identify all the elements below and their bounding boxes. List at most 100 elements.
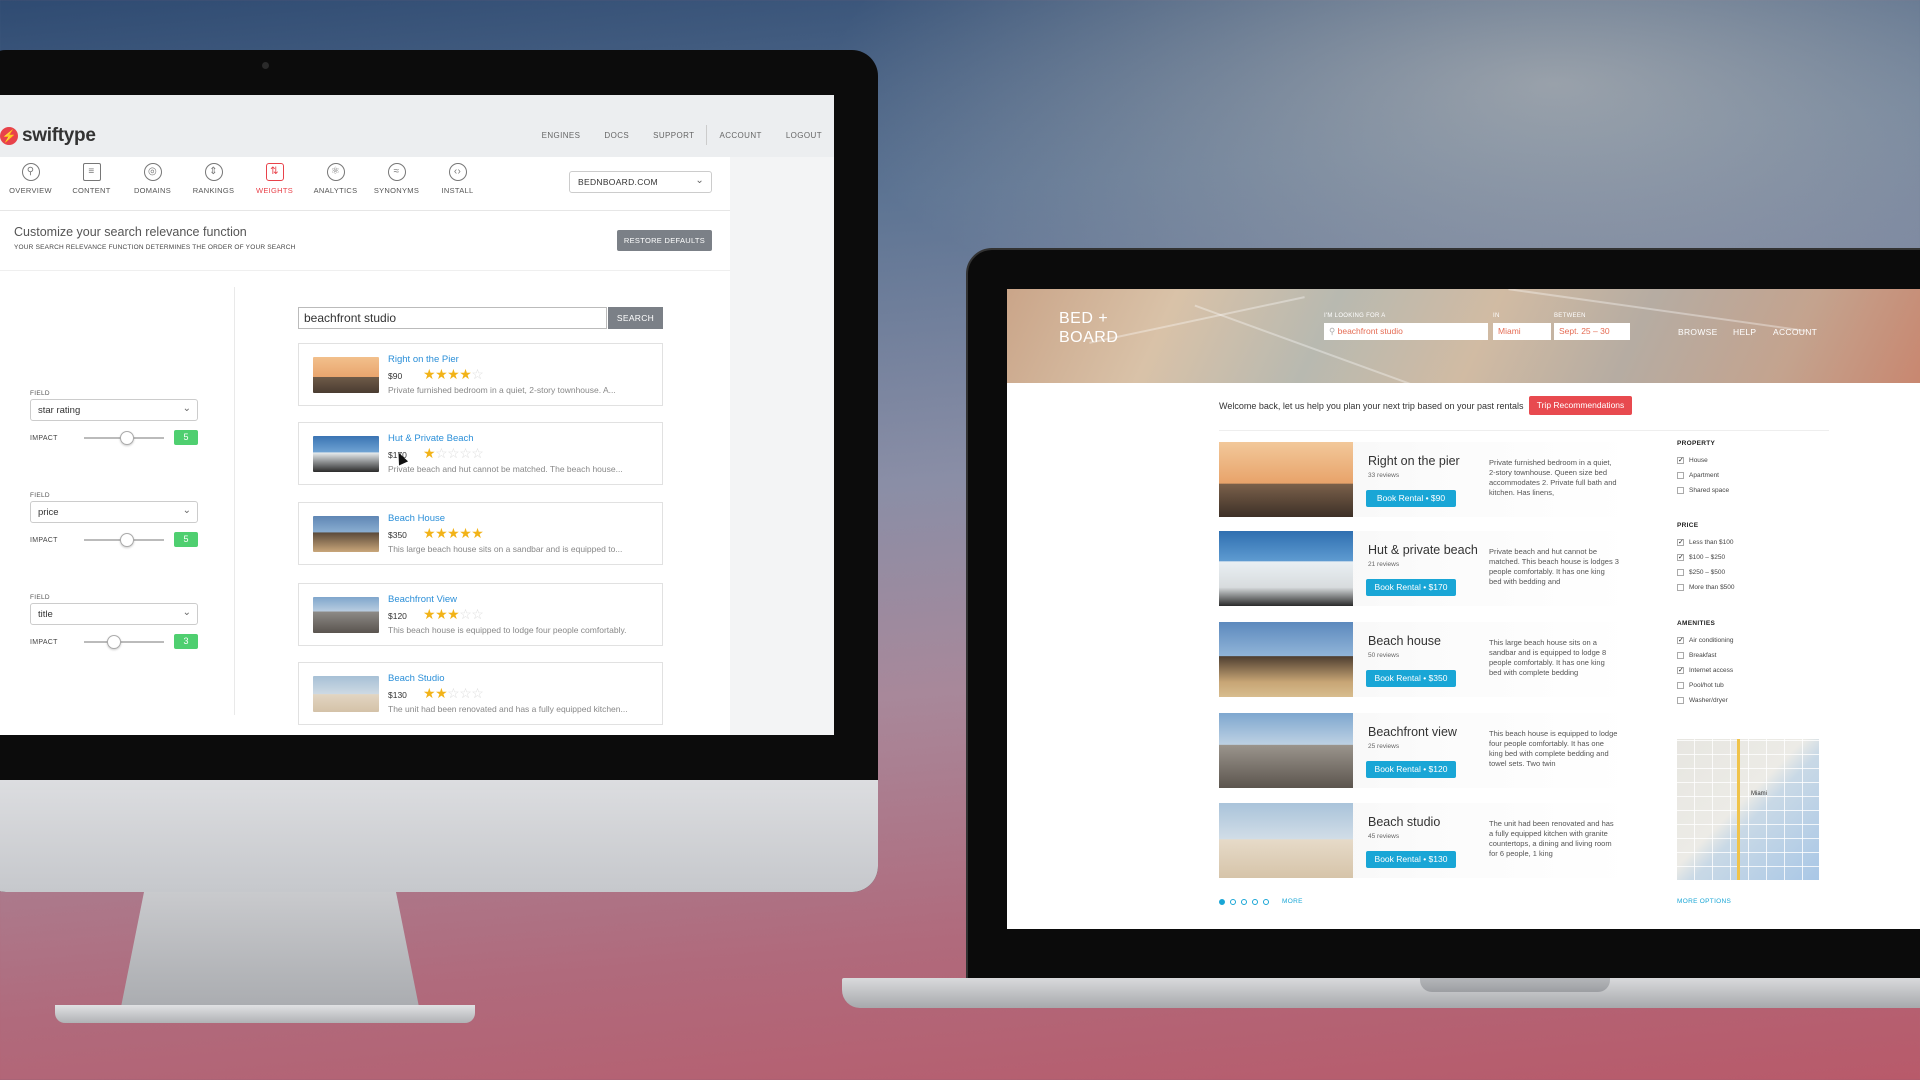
book-rental-button[interactable]: Book Rental • $350 <box>1366 670 1456 687</box>
slider-knob[interactable] <box>120 533 135 547</box>
result-title[interactable]: Beach Studio <box>388 673 445 684</box>
listing-name[interactable]: Hut & private beach <box>1368 543 1478 557</box>
filter-checkbox[interactable]: ✓ Less than $100 <box>1677 535 1735 550</box>
swiftype-dashboard: ⚡ swiftype ENGINES DOCS SUPPORT ACCOUNT … <box>0 95 834 735</box>
filter-checkbox[interactable]: ✓ Internet access <box>1677 663 1733 678</box>
query-input[interactable]: ⚲ beachfront studio <box>1324 323 1488 340</box>
filter-checkbox[interactable]: Washer/dryer <box>1677 693 1733 708</box>
impact-row: IMPACT 5 <box>30 430 198 445</box>
nav-engines[interactable]: ENGINES <box>530 131 593 145</box>
checkbox-empty-icon[interactable] <box>1677 584 1684 591</box>
checkbox-checked-icon[interactable]: ✓ <box>1677 554 1684 561</box>
page-dot[interactable] <box>1252 898 1258 905</box>
tab-analytics[interactable]: ⚛ ANALYTICS <box>305 157 366 210</box>
star-empty-icon: ☆ <box>459 606 472 622</box>
search-button[interactable]: SEARCH <box>608 307 663 329</box>
page-dot[interactable] <box>1263 898 1269 905</box>
filter-checkbox[interactable]: ✓ House <box>1677 453 1729 468</box>
restore-defaults-button[interactable]: RESTORE DEFAULTS <box>617 230 712 251</box>
field-select[interactable]: star rating ⌄ <box>30 399 198 421</box>
listing-card[interactable]: Beach studio 45 reviews Book Rental • $1… <box>1219 803 1632 878</box>
impact-slider[interactable] <box>84 533 164 547</box>
book-rental-button[interactable]: Book Rental • $120 <box>1366 761 1456 778</box>
checkbox-checked-icon[interactable]: ✓ <box>1677 539 1684 546</box>
tab-domains[interactable]: ◎ DOMAINS <box>122 157 183 210</box>
slider-knob[interactable] <box>107 635 122 649</box>
page-dot[interactable] <box>1241 898 1247 905</box>
search-input[interactable]: beachfront studio <box>298 307 607 329</box>
listing-name[interactable]: Beachfront view <box>1368 725 1457 739</box>
filter-checkbox[interactable]: Apartment <box>1677 468 1729 483</box>
filter-checkbox[interactable]: More than $500 <box>1677 580 1735 595</box>
trip-recommendations-button[interactable]: Trip Recommendations <box>1529 396 1632 415</box>
impact-slider[interactable] <box>84 431 164 445</box>
filter-checkbox[interactable]: Breakfast <box>1677 648 1733 663</box>
filter-checkbox[interactable]: ✓ Air conditioning <box>1677 633 1733 648</box>
swiftype-logo[interactable]: ⚡ swiftype <box>0 125 96 147</box>
checkbox-empty-icon[interactable] <box>1677 569 1684 576</box>
nav-help[interactable]: HELP <box>1733 327 1756 337</box>
result-description: This large beach house sits on a sandbar… <box>388 544 623 554</box>
domain-select[interactable]: BEDNBOARD.COM ⌄ <box>569 171 712 193</box>
tab-content[interactable]: ≡ CONTENT <box>61 157 122 210</box>
more-link[interactable]: MORE <box>1282 898 1303 905</box>
checkbox-empty-icon[interactable] <box>1677 682 1684 689</box>
listing-name[interactable]: Right on the pier <box>1368 454 1460 468</box>
result-title[interactable]: Hut & Private Beach <box>388 433 474 444</box>
filter-checkbox[interactable]: ✓ $100 – $250 <box>1677 550 1735 565</box>
checkbox-empty-icon[interactable] <box>1677 472 1684 479</box>
checkbox-checked-icon[interactable]: ✓ <box>1677 457 1684 464</box>
nav-account[interactable]: ACCOUNT <box>1773 327 1817 337</box>
filter-checkbox[interactable]: $250 – $500 <box>1677 565 1735 580</box>
field-select[interactable]: price ⌄ <box>30 501 198 523</box>
listing-card[interactable]: Beachfront view 25 reviews Book Rental •… <box>1219 713 1632 788</box>
nav-browse[interactable]: BROWSE <box>1678 327 1718 337</box>
page-dot[interactable] <box>1219 898 1225 905</box>
tab-synonyms[interactable]: ≈ SYNONYMS <box>366 157 427 210</box>
checkbox-empty-icon[interactable] <box>1677 652 1684 659</box>
nav-docs[interactable]: DOCS <box>592 131 641 145</box>
listing-card[interactable]: Right on the pier 33 reviews Book Rental… <box>1219 442 1632 517</box>
tab-weights[interactable]: ⇅ WEIGHTS <box>244 157 305 210</box>
filter-checkbox[interactable]: Shared space <box>1677 483 1729 498</box>
result-item[interactable]: Right on the Pier $90 ★★★★☆ Private furn… <box>298 343 663 406</box>
page-dot[interactable] <box>1230 898 1236 905</box>
location-input[interactable]: Miami <box>1493 323 1551 340</box>
nav-logout[interactable]: LOGOUT <box>774 131 834 145</box>
checkbox-empty-icon[interactable] <box>1677 487 1684 494</box>
tab-overview[interactable]: ⚲ OVERVIEW <box>0 157 61 210</box>
nav-account[interactable]: ACCOUNT <box>707 131 773 145</box>
result-item[interactable]: Beach House $350 ★★★★★ This large beach … <box>298 502 663 565</box>
bed-board-logo[interactable]: BED + BOARD <box>1059 309 1118 347</box>
nav-support[interactable]: SUPPORT <box>641 131 706 145</box>
field-select[interactable]: title ⌄ <box>30 603 198 625</box>
result-title[interactable]: Beach House <box>388 513 445 524</box>
impact-slider[interactable] <box>84 635 164 649</box>
book-rental-button[interactable]: Book Rental • $130 <box>1366 851 1456 868</box>
result-item[interactable]: Beach Studio $130 ★★☆☆☆ The unit had bee… <box>298 662 663 725</box>
result-thumbnail <box>313 597 379 633</box>
result-item[interactable]: Hut & Private Beach $170 ★☆☆☆☆ Private b… <box>298 422 663 485</box>
field-value: price <box>38 507 59 518</box>
star-rating: ★☆☆☆☆ <box>423 445 484 462</box>
tab-rankings[interactable]: ⇕ RANKINGS <box>183 157 244 210</box>
filter-checkbox[interactable]: Pool/hot tub <box>1677 678 1733 693</box>
result-title[interactable]: Beachfront View <box>388 594 457 605</box>
listing-name[interactable]: Beach studio <box>1368 815 1440 829</box>
checkbox-empty-icon[interactable] <box>1677 697 1684 704</box>
result-item[interactable]: Beachfront View $120 ★★★☆☆ This beach ho… <box>298 583 663 646</box>
more-options-link[interactable]: MORE OPTIONS <box>1677 898 1731 905</box>
book-rental-button[interactable]: Book Rental • $170 <box>1366 579 1456 596</box>
location-map[interactable]: Miami <box>1677 739 1819 880</box>
tab-install[interactable]: ‹› INSTALL <box>427 157 488 210</box>
dates-input[interactable]: Sept. 25 – 30 <box>1554 323 1630 340</box>
listing-card[interactable]: Hut & private beach 21 reviews Book Rent… <box>1219 531 1632 606</box>
result-title[interactable]: Right on the Pier <box>388 354 459 365</box>
slider-knob[interactable] <box>120 431 135 445</box>
result-price: $350 <box>388 530 407 540</box>
checkbox-checked-icon[interactable]: ✓ <box>1677 667 1684 674</box>
listing-name[interactable]: Beach house <box>1368 634 1441 648</box>
listing-card[interactable]: Beach house 50 reviews Book Rental • $35… <box>1219 622 1632 697</box>
book-rental-button[interactable]: Book Rental • $90 <box>1366 490 1456 507</box>
checkbox-checked-icon[interactable]: ✓ <box>1677 637 1684 644</box>
